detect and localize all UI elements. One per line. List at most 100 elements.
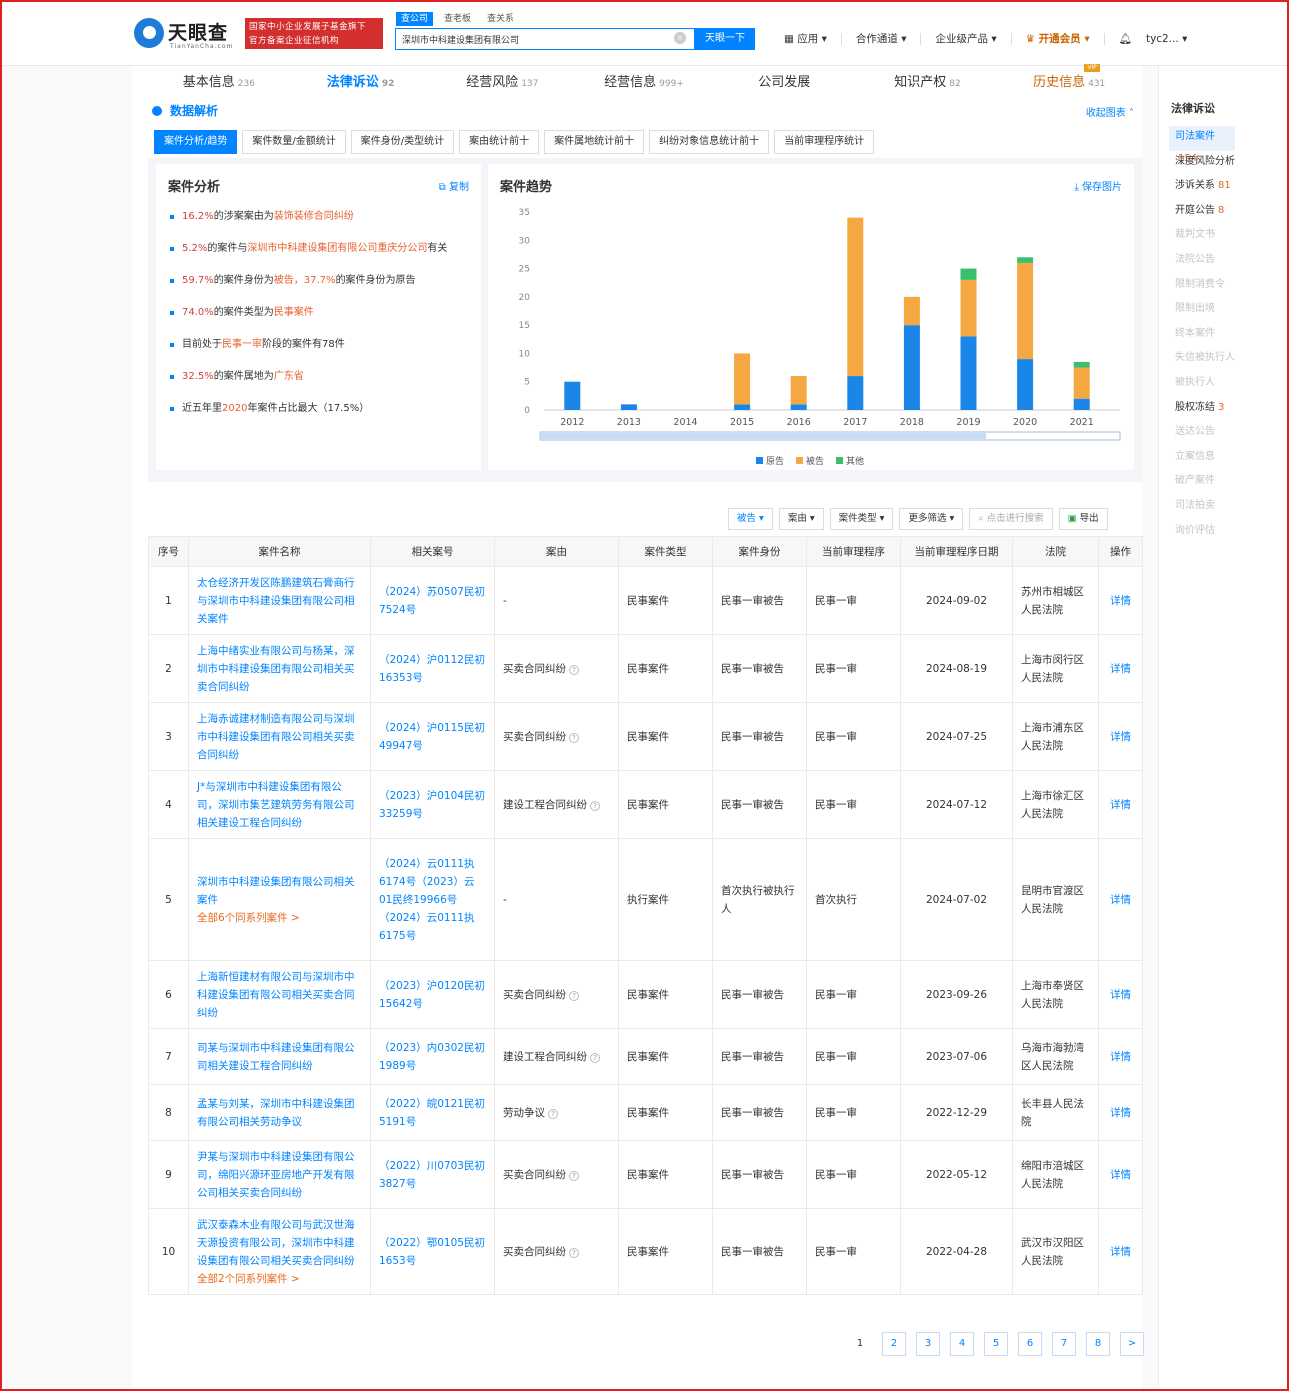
vip-menu[interactable]: ♛ 开通会员 ▾ (1026, 31, 1090, 46)
case-name-link[interactable]: 上海新恒建材有限公司与深圳市中科建设集团有限公司相关买卖合同纠纷 (197, 968, 362, 1022)
enterprise-menu[interactable]: 企业级产品 ▾ (935, 31, 996, 46)
page-button[interactable]: 2 (882, 1332, 906, 1356)
clear-icon[interactable]: × (674, 32, 686, 44)
tab-development[interactable]: 公司发展 (715, 70, 857, 98)
case-number-link[interactable]: （2024）沪0112民初16353号 (370, 634, 495, 703)
page-button[interactable]: 8 (1086, 1332, 1110, 1356)
case-number-link[interactable]: （2022）鄂0105民初1653号 (370, 1208, 495, 1295)
tab-history[interactable]: VIP 历史信息 431 (998, 64, 1140, 98)
sidebar-item[interactable]: 送达公告 (1169, 421, 1235, 446)
case-number-link[interactable]: （2024）云0111执6174号（2023）云01民终19966号（2024）… (370, 838, 495, 961)
bell-icon[interactable]: 🔔︎ (1119, 32, 1132, 45)
sidebar-item[interactable]: 司法案件154 (1169, 126, 1235, 164)
filter-type[interactable]: 案件类型 ▾ (829, 508, 894, 530)
tab-case-trend[interactable]: 案件分析/趋势 (154, 130, 238, 154)
page-button[interactable]: 5 (984, 1332, 1008, 1356)
case-name-link[interactable]: 孟某与刘某，深圳市中科建设集团有限公司相关劳动争议 (197, 1095, 362, 1131)
case-name-link[interactable]: 太仓经济开发区陈鹏建筑石膏商行与深圳市中科建设集团有限公司相关案件 (197, 574, 362, 628)
tab-procedure[interactable]: 当前审理程序统计 (774, 130, 875, 154)
detail-link[interactable]: 详情 (1098, 1140, 1143, 1209)
filter-cause[interactable]: 案由 ▾ (778, 508, 824, 530)
case-name-link[interactable]: J*与深圳市中科建设集团有限公司，深圳市集艺建筑劳务有限公司相关建设工程合同纠纷 (197, 778, 362, 832)
detail-link[interactable]: 详情 (1098, 1084, 1143, 1141)
apps-menu[interactable]: ▦ 应用 ▾ (784, 31, 827, 46)
page-button[interactable]: 6 (1018, 1332, 1042, 1356)
case-name-link[interactable]: 上海中绪实业有限公司与杨某，深圳市中科建设集团有限公司相关买卖合同纠纷 (197, 642, 362, 696)
detail-link[interactable]: 详情 (1098, 634, 1143, 703)
page-button[interactable]: 4 (950, 1332, 974, 1356)
help-icon[interactable]: ? (548, 1108, 558, 1119)
case-number-link[interactable]: （2023）沪0104民初33259号 (370, 770, 495, 839)
sidebar-item[interactable]: 涉诉关系 81 (1169, 175, 1235, 200)
tab-business-risk[interactable]: 经营风险 137 (431, 70, 573, 98)
search-tab-relation[interactable]: 查关系 (482, 12, 519, 26)
sidebar-item[interactable]: 限制出境 (1169, 298, 1235, 323)
sidebar-item[interactable]: 破产案件 (1169, 470, 1235, 495)
sidebar-item[interactable]: 股权冻结 3 (1169, 397, 1235, 422)
user-menu[interactable]: tyc2... ▾ (1146, 33, 1187, 45)
table-search[interactable]: ⌕ 点击进行搜索 (969, 508, 1053, 530)
page-button[interactable]: 7 (1052, 1332, 1076, 1356)
case-number-link[interactable]: （2024）苏0507民初7524号 (370, 566, 495, 635)
case-number-link[interactable]: （2022）川0703民初3827号 (370, 1140, 495, 1209)
case-number-link[interactable]: （2022）皖0121民初5191号 (370, 1084, 495, 1141)
detail-link[interactable]: 详情 (1098, 1208, 1143, 1295)
detail-link[interactable]: 详情 (1098, 838, 1143, 961)
case-name-link[interactable]: 武汉泰森木业有限公司与武汉世海天源投资有限公司，深圳市中科建设集团有限公司相关买… (197, 1216, 362, 1270)
sidebar-item[interactable]: 司法拍卖 (1169, 495, 1235, 520)
tab-basic-info[interactable]: 基本信息 236 (148, 70, 290, 98)
tab-business-info[interactable]: 经营信息 999+ (573, 70, 715, 98)
search-button[interactable]: 天眼一下 (695, 28, 755, 50)
case-name-link[interactable]: 司某与深圳市中科建设集团有限公司相关建设工程合同纠纷 (197, 1039, 362, 1075)
series-cases-link[interactable]: 全部2个同系列案件 > (197, 1270, 362, 1288)
help-icon[interactable]: ? (569, 990, 579, 1001)
help-icon[interactable]: ? (569, 1247, 579, 1258)
sidebar-item[interactable]: 限制消费令 (1169, 274, 1235, 299)
sidebar-item[interactable]: 裁判文书 (1169, 224, 1235, 249)
sidebar-item[interactable]: 立案信息 (1169, 446, 1235, 471)
tab-legal[interactable]: 法律诉讼 92 (290, 70, 432, 98)
tab-case-count[interactable]: 案件数量/金额统计 (242, 130, 346, 154)
detail-link[interactable]: 详情 (1098, 1028, 1143, 1085)
case-number-link[interactable]: （2024）沪0115民初49947号 (370, 702, 495, 771)
case-name-link[interactable]: 尹某与深圳市中科建设集团有限公司，绵阳兴源环亚房地产开发有限公司相关买卖合同纠纷 (197, 1148, 362, 1202)
sidebar-item[interactable]: 询价评估 (1169, 520, 1235, 545)
sidebar-item[interactable]: 被执行人 (1169, 372, 1235, 397)
tab-case-role[interactable]: 案件身份/类型统计 (350, 130, 455, 154)
sidebar-item[interactable]: 失信被执行人 (1169, 347, 1235, 372)
tab-cause-top10[interactable]: 案由统计前十 (459, 130, 540, 154)
page-button[interactable]: 1 (848, 1332, 872, 1356)
case-name-link[interactable]: 上海赤诚建材制造有限公司与深圳市中科建设集团有限公司相关买卖合同纠纷 (197, 710, 362, 764)
page-button[interactable]: 3 (916, 1332, 940, 1356)
tab-region-top10[interactable]: 案件属地统计前十 (544, 130, 645, 154)
help-icon[interactable]: ? (569, 1170, 579, 1181)
collapse-chart-link[interactable]: 收起图表 ˄ (1086, 104, 1134, 119)
tab-ip[interactable]: 知识产权 82 (857, 70, 999, 98)
sidebar-item[interactable]: 终本案件 (1169, 323, 1235, 348)
partner-menu[interactable]: 合作通道 ▾ (856, 31, 907, 46)
help-icon[interactable]: ? (590, 800, 600, 811)
filter-role[interactable]: 被告 ▾ (728, 508, 773, 530)
case-number-link[interactable]: （2023）沪0120民初15642号 (370, 960, 495, 1029)
filter-more[interactable]: 更多筛选 ▾ (899, 508, 964, 530)
sidebar-item[interactable]: 法院公告 (1169, 249, 1235, 274)
help-icon[interactable]: ? (569, 732, 579, 743)
copy-button[interactable]: ⧉ 复制 (439, 178, 469, 193)
tab-party-top10[interactable]: 纠纷对象信息统计前十 (649, 130, 770, 154)
sidebar-item[interactable]: 深度风险分析 (1169, 151, 1235, 176)
logo[interactable]: 天眼查 TianYanCha.com (132, 16, 242, 52)
case-name-link[interactable]: 深圳市中科建设集团有限公司相关案件 (197, 873, 362, 909)
detail-link[interactable]: 详情 (1098, 960, 1143, 1029)
detail-link[interactable]: 详情 (1098, 770, 1143, 839)
sidebar-item[interactable]: 开庭公告 8 (1169, 200, 1235, 225)
case-number-link[interactable]: （2023）内0302民初1989号 (370, 1028, 495, 1085)
detail-link[interactable]: 详情 (1098, 702, 1143, 771)
series-cases-link[interactable]: 全部6个同系列案件 > (197, 909, 362, 927)
export-button[interactable]: ▣ 导出 (1058, 508, 1108, 530)
help-icon[interactable]: ? (590, 1052, 600, 1063)
search-tab-company[interactable]: 查公司 (396, 12, 434, 26)
next-page-button[interactable]: > (1120, 1332, 1144, 1356)
detail-link[interactable]: 详情 (1098, 566, 1143, 635)
search-tab-boss[interactable]: 查老板 (439, 12, 476, 26)
search-input[interactable] (396, 29, 666, 49)
